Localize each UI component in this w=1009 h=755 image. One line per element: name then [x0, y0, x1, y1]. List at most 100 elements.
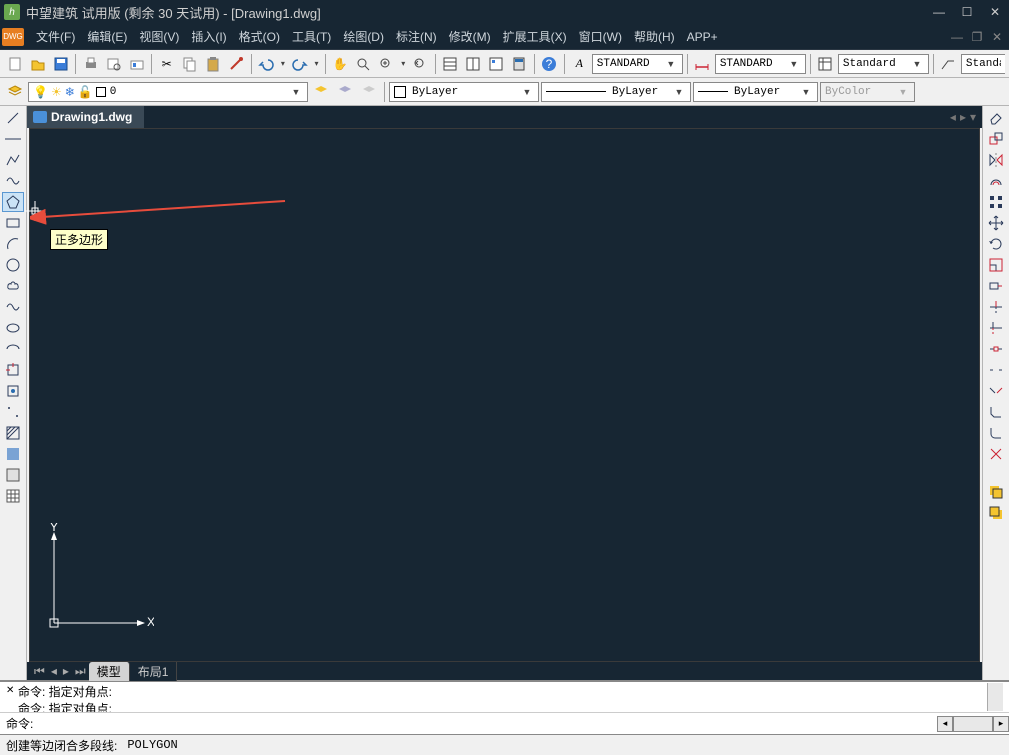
move-button[interactable] — [985, 213, 1007, 233]
arc-button[interactable] — [2, 234, 24, 254]
dim-style-icon[interactable] — [692, 53, 713, 75]
draw-order-back-button[interactable] — [985, 503, 1007, 523]
table-style-combo[interactable]: Standard▼ — [838, 54, 929, 74]
save-button[interactable] — [50, 53, 71, 75]
print-preview-button[interactable] — [103, 53, 124, 75]
break-at-point-button[interactable] — [985, 339, 1007, 359]
tab-layout1[interactable]: 布局1 — [130, 662, 178, 681]
circle-button[interactable] — [2, 255, 24, 275]
design-center-button[interactable] — [463, 53, 484, 75]
paste-button[interactable] — [202, 53, 223, 75]
ellipse-arc-button[interactable] — [2, 339, 24, 359]
layer-state-button[interactable] — [334, 81, 356, 103]
line-button[interactable] — [2, 108, 24, 128]
chamfer-button[interactable] — [985, 402, 1007, 422]
command-input[interactable] — [39, 715, 937, 733]
tool-palettes-button[interactable] — [486, 53, 507, 75]
maximize-button[interactable]: ☐ — [957, 3, 977, 21]
mleader-style-icon[interactable] — [938, 53, 959, 75]
menu-draw[interactable]: 绘图(D) — [337, 28, 390, 45]
rectangle-button[interactable] — [2, 213, 24, 233]
polyline-3d-button[interactable] — [2, 171, 24, 191]
insert-block-button[interactable] — [2, 360, 24, 380]
menu-window[interactable]: 窗口(W) — [573, 28, 628, 45]
doc-maximize-button[interactable]: ❐ — [967, 28, 987, 46]
mleader-style-combo[interactable]: Standa — [961, 54, 1005, 74]
menu-format[interactable]: 格式(O) — [233, 28, 286, 45]
cmd-scroll-track[interactable] — [953, 716, 993, 732]
extend-button[interactable] — [985, 318, 1007, 338]
polyline-button[interactable] — [2, 150, 24, 170]
menu-dimension[interactable]: 标注(N) — [390, 28, 443, 45]
table-button[interactable] — [2, 486, 24, 506]
linetype-combo[interactable]: ByLayer▼ — [541, 82, 691, 102]
hatch-button[interactable] — [2, 423, 24, 443]
mirror-button[interactable] — [985, 150, 1007, 170]
layer-iso-button[interactable] — [358, 81, 380, 103]
zoom-realtime-button[interactable] — [353, 53, 374, 75]
pan-button[interactable]: ✋ — [330, 53, 351, 75]
menu-tools[interactable]: 工具(T) — [286, 28, 337, 45]
zoom-dropdown[interactable] — [399, 53, 408, 75]
tab-next-button[interactable]: ▸ — [960, 110, 966, 124]
point-button[interactable] — [2, 402, 24, 422]
construction-line-button[interactable] — [2, 129, 24, 149]
ellipse-button[interactable] — [2, 318, 24, 338]
join-button[interactable] — [985, 381, 1007, 401]
cmd-scroll-left-button[interactable]: ◂ — [937, 716, 953, 732]
trim-button[interactable] — [985, 297, 1007, 317]
layer-combo[interactable]: 💡 ☀ ❄ 🔓 0▼ — [28, 82, 308, 102]
layout-prev-button[interactable]: ◂ — [48, 664, 60, 678]
new-button[interactable] — [4, 53, 25, 75]
gradient-button[interactable] — [2, 444, 24, 464]
copy-button[interactable] — [179, 53, 200, 75]
draw-order-front-button[interactable] — [985, 482, 1007, 502]
layout-last-button[interactable]: ⏭ — [72, 664, 89, 679]
drawing-canvas[interactable]: 正多边形 X Y — [29, 128, 980, 662]
region-button[interactable] — [2, 465, 24, 485]
document-tab-active[interactable]: Drawing1.dwg — [27, 106, 144, 128]
menu-file[interactable]: 文件(F) — [30, 28, 81, 45]
menu-ext-tools[interactable]: 扩展工具(X) — [497, 28, 573, 45]
offset-button[interactable] — [985, 171, 1007, 191]
menu-edit[interactable]: 编辑(E) — [81, 28, 133, 45]
zoom-previous-button[interactable] — [409, 53, 430, 75]
tab-list-button[interactable]: ▾ — [970, 110, 976, 124]
tab-prev-button[interactable]: ◂ — [950, 110, 956, 124]
revision-cloud-button[interactable] — [2, 276, 24, 296]
close-button[interactable]: ✕ — [985, 3, 1005, 21]
doc-close-button[interactable]: ✕ — [987, 28, 1007, 46]
publish-button[interactable] — [126, 53, 147, 75]
layer-previous-button[interactable] — [310, 81, 332, 103]
zoom-window-button[interactable] — [376, 53, 397, 75]
break-button[interactable] — [985, 360, 1007, 380]
menu-modify[interactable]: 修改(M) — [443, 28, 497, 45]
polygon-button[interactable] — [2, 192, 24, 212]
rotate-button[interactable] — [985, 234, 1007, 254]
menu-app-plus[interactable]: APP+ — [681, 30, 724, 44]
spline-button[interactable] — [2, 297, 24, 317]
layout-next-button[interactable]: ▸ — [60, 664, 72, 678]
text-style-combo[interactable]: STANDARD▼ — [592, 54, 683, 74]
help-button[interactable]: ? — [539, 53, 560, 75]
properties-button[interactable] — [440, 53, 461, 75]
erase-button[interactable] — [985, 108, 1007, 128]
minimize-button[interactable]: — — [929, 3, 949, 21]
layout-first-button[interactable]: ⏮ — [31, 664, 48, 679]
layer-manager-button[interactable] — [4, 81, 26, 103]
cmd-scroll-right-button[interactable]: ▸ — [993, 716, 1009, 732]
print-button[interactable] — [80, 53, 101, 75]
table-style-icon[interactable] — [815, 53, 836, 75]
scrollbar-vertical[interactable] — [987, 683, 1003, 711]
menu-view[interactable]: 视图(V) — [133, 28, 185, 45]
redo-button[interactable] — [289, 53, 310, 75]
match-properties-button[interactable] — [225, 53, 246, 75]
undo-dropdown[interactable] — [279, 53, 288, 75]
color-combo[interactable]: ByLayer▼ — [389, 82, 539, 102]
copy-obj-button[interactable] — [985, 129, 1007, 149]
undo-button[interactable] — [255, 53, 276, 75]
cut-button[interactable]: ✂ — [156, 53, 177, 75]
fillet-button[interactable] — [985, 423, 1007, 443]
menu-help[interactable]: 帮助(H) — [628, 28, 681, 45]
open-button[interactable] — [27, 53, 48, 75]
